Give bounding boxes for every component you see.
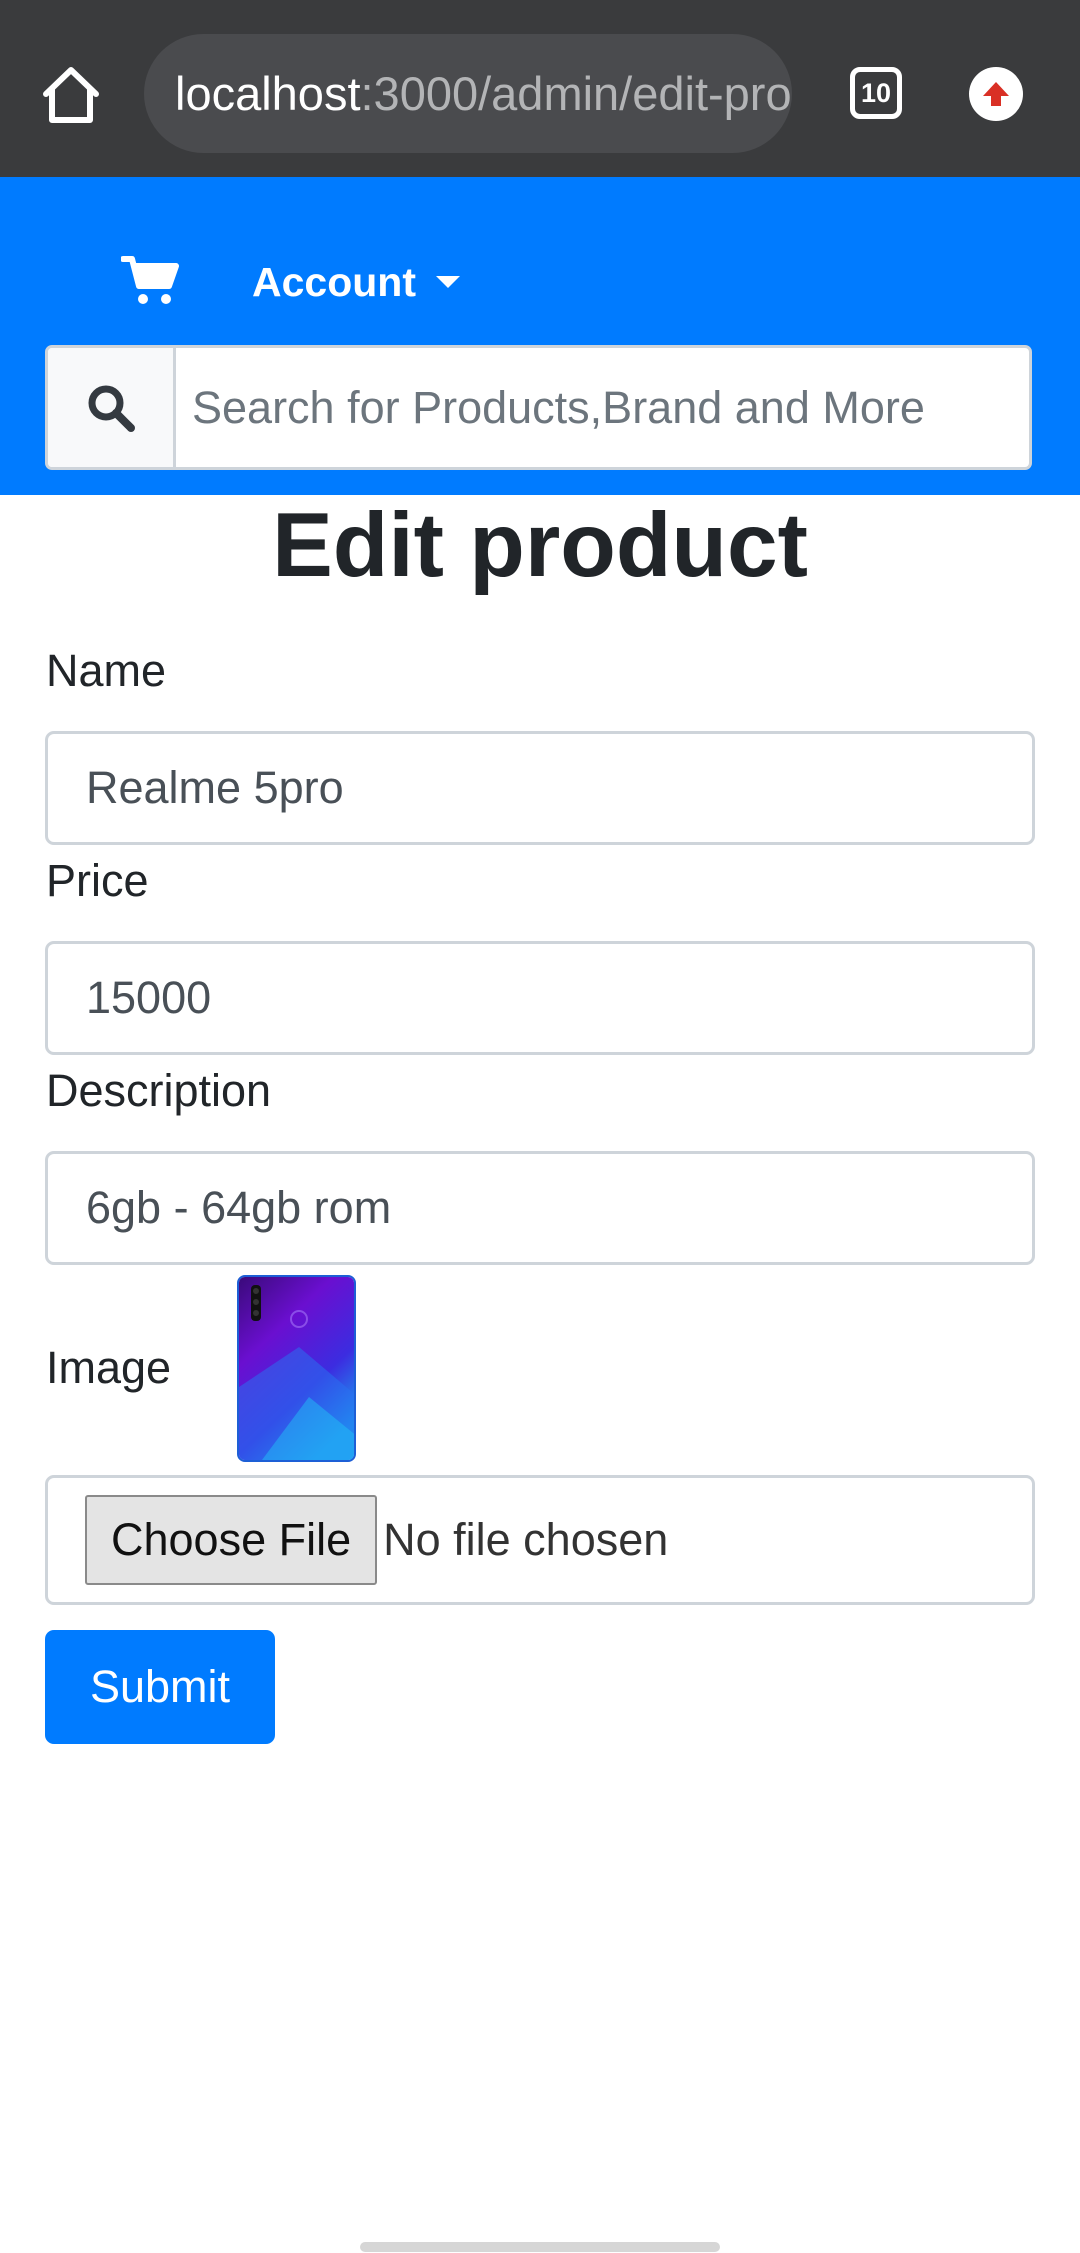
tabs-icon[interactable]: 10 [850, 67, 902, 119]
account-dropdown[interactable]: Account [252, 257, 460, 307]
address-bar[interactable]: localhost:3000/admin/edit-product [144, 34, 792, 153]
search-button[interactable] [48, 348, 176, 467]
submit-button[interactable]: Submit [45, 1630, 275, 1744]
tab-count: 10 [860, 77, 892, 108]
product-image-thumbnail [237, 1275, 356, 1462]
price-input[interactable]: 15000 [45, 941, 1035, 1055]
description-label: Description [46, 1065, 272, 1116]
account-label: Account [252, 258, 416, 305]
name-label: Name [46, 645, 167, 696]
description-input[interactable]: 6gb - 64gb rom [45, 1151, 1035, 1265]
cart-icon[interactable] [120, 254, 179, 306]
browser-toolbar: localhost:3000/admin/edit-product 10 [0, 0, 1080, 177]
image-label: Image [46, 1342, 172, 1393]
file-input: Choose File No file chosen [45, 1475, 1035, 1605]
name-input[interactable]: Realme 5pro [45, 731, 1035, 845]
search-bar [45, 345, 1032, 470]
choose-file-button[interactable]: Choose File [85, 1495, 378, 1585]
caret-down-icon [436, 276, 460, 288]
search-input[interactable] [176, 348, 1029, 467]
url-host: localhost [175, 67, 361, 120]
price-label: Price [46, 855, 149, 906]
update-arrow-icon[interactable] [969, 67, 1023, 121]
search-icon [88, 385, 135, 432]
url-path: :3000/admin/edit-product [360, 67, 793, 120]
site-navbar: Account [0, 177, 1080, 495]
file-status: No file chosen [383, 1514, 669, 1565]
page-title: Edit product [272, 495, 808, 596]
home-icon[interactable] [38, 62, 104, 128]
gesture-handle [360, 2242, 720, 2252]
